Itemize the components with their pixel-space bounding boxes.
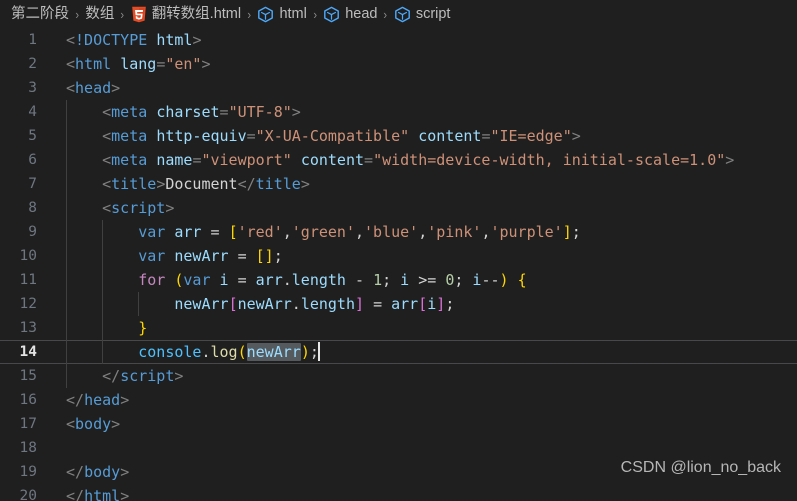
selected-token[interactable]: newArr xyxy=(246,343,301,361)
breadcrumb-item-folder-array[interactable]: 数组 xyxy=(84,6,115,23)
line-number: 9 xyxy=(28,224,37,240)
line-content[interactable]: <meta http-equiv="X-UA-Compatible" conte… xyxy=(58,124,797,148)
breadcrumb-item-symbol-head[interactable]: head xyxy=(322,6,378,23)
breadcrumb-item-file[interactable]: 翻转数组.html xyxy=(130,6,242,23)
code-area[interactable]: 1 <!DOCTYPE html> 2 <html lang="en"> 3 <… xyxy=(0,28,797,501)
line-number: 2 xyxy=(28,56,37,72)
line-number: 12 xyxy=(19,296,37,312)
line-number: 13 xyxy=(19,320,37,336)
line-content[interactable]: newArr[newArr.length] = arr[i]; xyxy=(58,292,797,316)
watermark: CSDN @lion_no_back xyxy=(620,459,781,476)
line-number: 7 xyxy=(28,176,37,192)
line-number: 11 xyxy=(19,272,37,288)
line-content[interactable]: <head> xyxy=(58,76,797,100)
line-number: 20 xyxy=(19,488,37,501)
breadcrumb-label: 数组 xyxy=(85,6,115,23)
line-content[interactable]: <body> xyxy=(58,412,797,436)
line-content[interactable]: </head> xyxy=(58,388,797,412)
line-number: 16 xyxy=(19,392,37,408)
line-content[interactable]: <!DOCTYPE html> xyxy=(58,28,797,52)
line-number: 5 xyxy=(28,128,37,144)
code-line[interactable]: 12 newArr[newArr.length] = arr[i]; xyxy=(0,292,797,316)
breadcrumb-item-symbol-script[interactable]: script xyxy=(393,6,452,23)
code-line[interactable]: 4 <meta charset="UTF-8"> xyxy=(0,100,797,124)
code-line[interactable]: 10 var newArr = []; xyxy=(0,244,797,268)
html5-icon xyxy=(131,6,147,23)
breadcrumb-label: 翻转数组.html xyxy=(151,6,242,23)
code-line[interactable]: 18 xyxy=(0,436,797,460)
line-content[interactable]: <script> xyxy=(58,196,797,220)
line-number: 19 xyxy=(19,464,37,480)
breadcrumb-item-folder-stage[interactable]: 第二阶段 xyxy=(10,6,70,23)
line-number: 15 xyxy=(19,368,37,384)
line-content[interactable]: <html lang="en"> xyxy=(58,52,797,76)
code-line[interactable]: 17 <body> xyxy=(0,412,797,436)
code-line[interactable]: 5 <meta http-equiv="X-UA-Compatible" con… xyxy=(0,124,797,148)
code-line[interactable]: 11 for (var i = arr.length - 1; i >= 0; … xyxy=(0,268,797,292)
line-number-active: 14 xyxy=(19,344,37,360)
code-line[interactable]: 8 <script> xyxy=(0,196,797,220)
symbol-cube-icon xyxy=(323,6,340,23)
line-content[interactable]: <meta name="viewport" content="width=dev… xyxy=(58,148,797,172)
code-editor[interactable]: 1 <!DOCTYPE html> 2 <html lang="en"> 3 <… xyxy=(0,28,797,501)
code-line[interactable]: 6 <meta name="viewport" content="width=d… xyxy=(0,148,797,172)
line-number: 4 xyxy=(28,104,37,120)
breadcrumb-separator: › xyxy=(313,6,317,22)
line-number: 6 xyxy=(28,152,37,168)
line-content[interactable]: <title>Document</title> xyxy=(58,172,797,196)
line-number: 8 xyxy=(28,200,37,216)
code-line[interactable]: 7 <title>Document</title> xyxy=(0,172,797,196)
code-line[interactable]: 1 <!DOCTYPE html> xyxy=(0,28,797,52)
breadcrumb-separator: › xyxy=(120,6,125,22)
breadcrumb: 第二阶段 › 数组 › 翻转数组.html › html › head › sc… xyxy=(0,0,797,28)
code-line[interactable]: 15 </script> xyxy=(0,364,797,388)
code-line[interactable]: 16 </head> xyxy=(0,388,797,412)
breadcrumb-separator: › xyxy=(247,6,252,22)
symbol-cube-icon xyxy=(394,6,411,23)
code-line-active[interactable]: 14 console.log(newArr); xyxy=(0,340,797,364)
line-number: 3 xyxy=(28,80,37,96)
line-number: 10 xyxy=(19,248,37,264)
breadcrumb-label: 第二阶段 xyxy=(11,6,69,23)
breadcrumb-label: head xyxy=(345,6,378,23)
breadcrumb-separator: › xyxy=(75,6,80,22)
line-number: 18 xyxy=(19,440,37,456)
code-line[interactable]: 2 <html lang="en"> xyxy=(0,52,797,76)
line-number: 1 xyxy=(28,32,37,48)
line-content[interactable] xyxy=(58,436,797,460)
line-content[interactable]: } xyxy=(58,316,797,340)
symbol-cube-icon xyxy=(257,6,274,23)
line-content[interactable]: var arr = ['red','green','blue','pink','… xyxy=(58,220,797,244)
code-line[interactable]: 3 <head> xyxy=(0,76,797,100)
text-cursor xyxy=(317,342,320,361)
line-content[interactable]: console.log(newArr); xyxy=(58,340,797,364)
line-content[interactable]: <meta charset="UTF-8"> xyxy=(58,100,797,124)
breadcrumb-separator: › xyxy=(383,6,388,22)
breadcrumb-label: html xyxy=(279,6,307,23)
code-line[interactable]: 13 } xyxy=(0,316,797,340)
breadcrumb-item-symbol-html[interactable]: html xyxy=(256,6,307,23)
line-number: 17 xyxy=(19,416,37,432)
line-content[interactable]: var newArr = []; xyxy=(58,244,797,268)
breadcrumb-label: script xyxy=(415,6,451,23)
line-content[interactable]: </html> xyxy=(58,484,797,501)
code-line[interactable]: 20 </html> xyxy=(0,484,797,501)
code-line[interactable]: 9 var arr = ['red','green','blue','pink'… xyxy=(0,220,797,244)
line-content[interactable]: </script> xyxy=(58,364,797,388)
line-content[interactable]: for (var i = arr.length - 1; i >= 0; i--… xyxy=(58,268,797,292)
